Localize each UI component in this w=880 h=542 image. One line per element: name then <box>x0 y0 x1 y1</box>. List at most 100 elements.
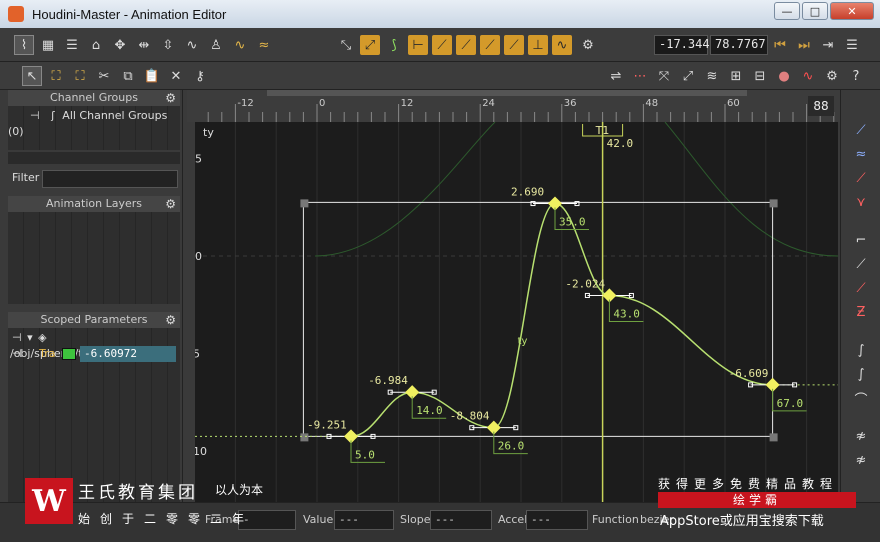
wave-snap-icon[interactable]: ≋ <box>702 66 722 86</box>
paste-icon[interactable]: 📋 <box>142 66 162 86</box>
slope-input[interactable]: --- <box>430 510 492 530</box>
scoped-node-row[interactable]: ⊣ ▾ ◈ /obj/spher.../transform1 <box>8 330 180 360</box>
menu-icon[interactable]: ☰ <box>842 35 862 55</box>
y-tick-label: 5 <box>195 153 202 166</box>
curve-graph[interactable]: 5 0 -5 -10 ty T142.0 ty -9.251 5.0 -6.984 14.0 -8.8… <box>195 122 838 502</box>
key-cubic-icon[interactable]: ⟋ <box>504 35 524 55</box>
key-tool-icon[interactable]: ⚷ <box>190 66 210 86</box>
jump-icon[interactable]: ⇥ <box>818 35 838 55</box>
curve-linear-icon[interactable]: ⟋ <box>851 254 871 274</box>
sphere-icon[interactable]: ● <box>774 66 794 86</box>
channel-groups-gear-icon[interactable]: ⚙ <box>165 90 176 106</box>
accel-input[interactable]: --- <box>526 510 588 530</box>
key-step-icon[interactable]: ⊥ <box>528 35 548 55</box>
fit-horizontal-icon[interactable]: ⇹ <box>134 35 154 55</box>
tangent-smooth-icon[interactable]: ⟋ <box>851 120 871 140</box>
wave-icon[interactable]: ∿ <box>230 35 250 55</box>
key-bezier-icon[interactable]: ⟋ <box>480 35 500 55</box>
curve-smooth-alt-icon[interactable]: ∫ <box>851 364 871 384</box>
ruler-tick-label: 0 <box>319 98 325 109</box>
y-tick-label: -5 <box>195 348 200 361</box>
watermark-slogan: 以人为本 <box>215 483 264 497</box>
window-title: Houdini-Master - Animation Editor <box>32 6 227 22</box>
snap-point-icon[interactable]: ⤧ <box>654 66 674 86</box>
close-button[interactable]: ✕ <box>830 2 874 20</box>
wave-alt-icon[interactable]: ≈ <box>254 35 274 55</box>
tangent-break-icon[interactable]: ≈ <box>851 144 871 164</box>
time-field[interactable]: -17.3449 <box>654 35 717 55</box>
ruler-tick-label: 48 <box>645 98 658 109</box>
ruler-tick-label: 24 <box>482 98 495 109</box>
cycle-icon[interactable]: ≉ <box>851 426 871 446</box>
scoped-parameters-title: Scoped Parameters <box>40 313 148 326</box>
curve-ease-out-icon[interactable]: Ƶ <box>851 302 871 322</box>
timeline-ruler[interactable]: -120122436486072 88 <box>187 90 840 122</box>
tangent-flat-icon[interactable]: ⋎ <box>851 192 871 212</box>
animation-layers-gear-icon[interactable]: ⚙ <box>165 196 176 212</box>
key-constant-icon[interactable]: ⊢ <box>408 35 428 55</box>
help-icon[interactable]: ? <box>846 66 866 86</box>
curve-step-icon[interactable]: ⌐ <box>851 230 871 250</box>
snap-horizontal-icon[interactable]: ⇌ <box>606 66 626 86</box>
animation-layers-list <box>8 212 180 304</box>
curve-smooth-icon[interactable]: ∫ <box>851 340 871 360</box>
edit-tangents-icon[interactable]: ⤢ <box>360 35 380 55</box>
selection-handle <box>300 199 309 208</box>
maximize-button[interactable]: □ <box>802 2 828 20</box>
param-value[interactable]: -6.60972 <box>80 346 176 362</box>
key-value-label: -8.804 <box>450 410 490 423</box>
time-marker-label: T1 <box>595 124 610 137</box>
key-spline-icon[interactable]: ∿ <box>552 35 572 55</box>
draw-curve-icon[interactable]: ⟆ <box>384 35 404 55</box>
value-field[interactable]: 78.7767 <box>710 35 768 55</box>
snap-dots-icon[interactable]: ⋯ <box>630 66 650 86</box>
scoped-parameters-header: Scoped Parameters ⚙ <box>8 312 180 328</box>
select-arrow-icon[interactable]: ↖ <box>22 66 42 86</box>
box-select-icon[interactable]: ⛶ <box>46 66 66 86</box>
selection-box <box>302 201 774 437</box>
tangent-auto-icon[interactable]: ⟋ <box>851 168 871 188</box>
scoped-param-row[interactable]: ⊣ Tra -6.60972 <box>8 346 180 362</box>
key-linear-icon[interactable]: ⟋ <box>432 35 452 55</box>
scale-box-icon[interactable]: ⛶ <box>70 66 90 86</box>
value-input[interactable]: --- <box>334 510 394 530</box>
fit-vertical-icon[interactable]: ⇳ <box>158 35 178 55</box>
settings-gear-icon[interactable]: ⚙ <box>822 66 842 86</box>
value-label: Value <box>303 513 334 526</box>
curve-graph-svg[interactable]: 5 0 -5 -10 ty T142.0 ty -9.251 5.0 -6.984 14.0 -8.8… <box>195 122 838 502</box>
param-color-swatch[interactable] <box>62 348 76 360</box>
prev-key-icon[interactable]: ⏮ <box>770 35 790 55</box>
graph-view-icon[interactable]: ⌇ <box>14 35 34 55</box>
key-options-gear-icon[interactable]: ⚙ <box>578 35 598 55</box>
scoped-parameters-gear-icon[interactable]: ⚙ <box>165 312 176 328</box>
pin-icon: ⊣ <box>30 109 40 122</box>
frame-all-icon[interactable]: ✥ <box>110 35 130 55</box>
home-icon[interactable]: ⌂ <box>86 35 106 55</box>
all-channel-groups-row[interactable]: ⊣ ʃ All Channel Groups (0) <box>8 108 180 138</box>
delete-icon[interactable]: ✕ <box>166 66 186 86</box>
spreadsheet-icon[interactable]: ▦ <box>38 35 58 55</box>
pin-icon: ⊣ <box>12 331 22 344</box>
dopesheet-icon[interactable]: ☰ <box>62 35 82 55</box>
select-keys-icon[interactable]: ⤡ <box>336 35 356 55</box>
snap-diag-icon[interactable]: ⤢ <box>678 66 698 86</box>
filter-input[interactable] <box>42 170 178 188</box>
grid-alt-icon[interactable]: ⊟ <box>750 66 770 86</box>
copy-icon[interactable]: ⧉ <box>118 66 138 86</box>
next-key-icon[interactable]: ⏭ <box>794 35 814 55</box>
ruler-tick-label: 60 <box>727 98 740 109</box>
curve-round-icon[interactable]: ⌒ <box>851 388 871 408</box>
minimize-button[interactable]: — <box>774 2 800 20</box>
channel-groups-scrollbar[interactable] <box>8 152 180 164</box>
cut-icon[interactable]: ✂ <box>94 66 114 86</box>
expand-arrow-icon[interactable]: ▾ <box>27 331 33 344</box>
curve-ease-in-icon[interactable]: ⟋ <box>851 278 871 298</box>
grid-icon[interactable]: ⊞ <box>726 66 746 86</box>
filter-label: Filter <box>12 171 40 184</box>
zigzag-icon[interactable]: ∿ <box>798 66 818 86</box>
cycle-alt-icon[interactable]: ≉ <box>851 450 871 470</box>
selection-handle <box>300 433 309 442</box>
character-icon[interactable]: ♙ <box>206 35 226 55</box>
key-ease-icon[interactable]: ⟋ <box>456 35 476 55</box>
curve-display-icon[interactable]: ∿ <box>182 35 202 55</box>
